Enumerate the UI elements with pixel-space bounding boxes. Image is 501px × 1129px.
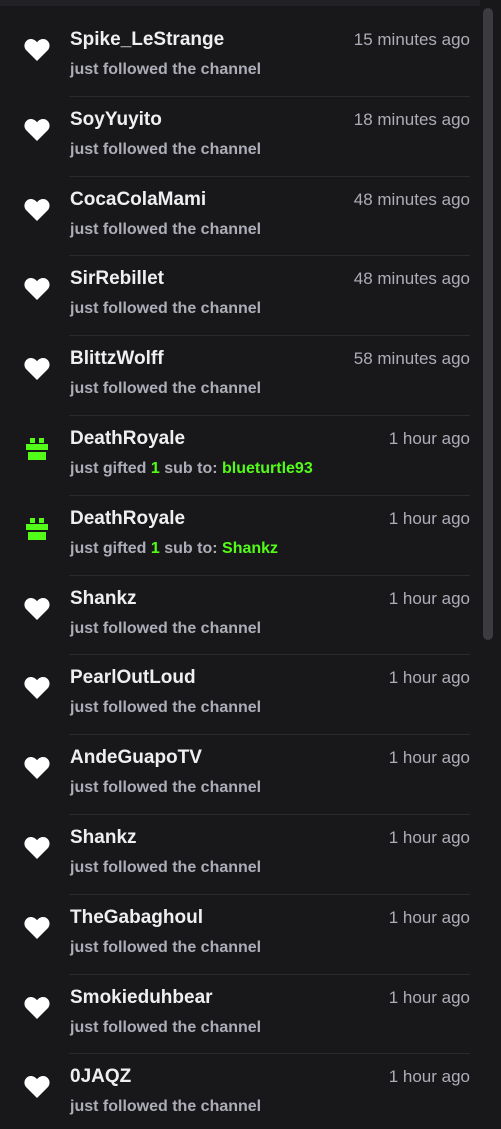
feed-timestamp: 1 hour ago bbox=[388, 668, 470, 688]
feed-username[interactable]: CocaColaMami bbox=[70, 189, 206, 211]
feed-item-follow: Shankz 1 hour ago just followed the chan… bbox=[0, 576, 480, 656]
feed-username[interactable]: DeathRoyale bbox=[70, 508, 185, 530]
top-border bbox=[0, 0, 501, 6]
feed-timestamp: 18 minutes ago bbox=[353, 109, 470, 129]
feed-username[interactable]: DeathRoyale bbox=[70, 428, 185, 450]
feed-username[interactable]: TheGabaghoul bbox=[70, 907, 203, 929]
gift-icon bbox=[23, 435, 51, 463]
gift-count: 1 bbox=[150, 459, 160, 477]
heart-icon bbox=[23, 834, 51, 862]
feed-username[interactable]: SoyYuyito bbox=[70, 109, 162, 131]
feed-item-gift: DeathRoyale 1 hour ago just gifted 1 sub… bbox=[0, 416, 480, 496]
feed-action-text: just followed the channel bbox=[70, 300, 262, 318]
feed-item-follow: Smokieduhbear 1 hour ago just followed t… bbox=[0, 975, 480, 1055]
feed-timestamp: 48 minutes ago bbox=[353, 269, 470, 289]
feed-item-follow: SoyYuyito 18 minutes ago just followed t… bbox=[0, 97, 480, 177]
feed-username[interactable]: 0JAQZ bbox=[70, 1066, 131, 1088]
feed-action-text: just followed the channel bbox=[70, 380, 262, 398]
feed-timestamp: 1 hour ago bbox=[388, 987, 470, 1007]
feed-item-follow: CocaColaMami 48 minutes ago just followe… bbox=[0, 177, 480, 257]
feed-timestamp: 58 minutes ago bbox=[353, 349, 470, 369]
feed-username[interactable]: Smokieduhbear bbox=[70, 987, 213, 1009]
feed-item-follow: Shankz 1 hour ago just followed the chan… bbox=[0, 815, 480, 895]
gift-icon bbox=[23, 515, 51, 543]
feed-username[interactable]: AndeGuapoTV bbox=[70, 747, 202, 769]
feed-action-text: just followed the channel bbox=[70, 1018, 262, 1036]
feed-item-follow: 0JAQZ 1 hour ago just followed the chann… bbox=[0, 1054, 480, 1129]
feed-username[interactable]: Shankz bbox=[70, 827, 137, 849]
gift-action-prefix: just gifted bbox=[70, 539, 147, 557]
feed-action-text: just followed the channel bbox=[70, 1098, 262, 1116]
activity-feed-panel: Spike_LeStrange 15 minutes ago just foll… bbox=[0, 0, 501, 1129]
feed-action-text: just followed the channel bbox=[70, 779, 262, 797]
heart-icon bbox=[23, 355, 51, 383]
gift-recipient[interactable]: Shankz bbox=[222, 540, 278, 557]
feed-action-text: just followed the channel bbox=[70, 140, 262, 158]
feed-item-follow: PearlOutLoud 1 hour ago just followed th… bbox=[0, 655, 480, 736]
activity-feed-list: Spike_LeStrange 15 minutes ago just foll… bbox=[0, 17, 480, 1129]
feed-username[interactable]: Spike_LeStrange bbox=[70, 29, 224, 51]
feed-action-text: just gifted 1 sub to: blueturtle93 bbox=[70, 460, 313, 478]
feed-item-follow: BlittzWolff 58 minutes ago just followed… bbox=[0, 336, 480, 416]
feed-username[interactable]: BlittzWolff bbox=[70, 348, 164, 370]
feed-timestamp: 15 minutes ago bbox=[353, 30, 470, 49]
heart-icon bbox=[23, 116, 51, 144]
gift-recipient[interactable]: blueturtle93 bbox=[222, 460, 313, 477]
feed-item-gift: DeathRoyale 1 hour ago just gifted 1 sub… bbox=[0, 496, 480, 576]
feed-timestamp: 48 minutes ago bbox=[353, 189, 470, 209]
gift-action-prefix: just gifted bbox=[70, 459, 147, 477]
feed-timestamp: 1 hour ago bbox=[388, 827, 470, 847]
feed-action-text: just followed the channel bbox=[70, 61, 262, 78]
feed-action-text: just followed the channel bbox=[70, 938, 262, 956]
heart-icon bbox=[23, 196, 51, 224]
feed-timestamp: 1 hour ago bbox=[388, 508, 470, 528]
feed-item-follow: SirRebillet 48 minutes ago just followed… bbox=[0, 256, 480, 337]
feed-timestamp: 1 hour ago bbox=[388, 1067, 470, 1087]
feed-username[interactable]: PearlOutLoud bbox=[70, 667, 196, 689]
feed-username[interactable]: SirRebillet bbox=[70, 268, 164, 290]
feed-action-text: just followed the channel bbox=[70, 699, 262, 717]
feed-timestamp: 1 hour ago bbox=[388, 748, 470, 768]
heart-icon bbox=[23, 754, 51, 782]
feed-username[interactable]: Shankz bbox=[70, 588, 137, 610]
heart-icon bbox=[23, 994, 51, 1022]
heart-icon bbox=[23, 674, 51, 702]
heart-icon bbox=[23, 595, 51, 623]
gift-action-mid: sub to: bbox=[164, 539, 218, 557]
feed-item-follow: AndeGuapoTV 1 hour ago just followed the… bbox=[0, 735, 480, 815]
heart-icon bbox=[23, 275, 51, 303]
feed-item-follow: TheGabaghoul 1 hour ago just followed th… bbox=[0, 895, 480, 975]
feed-item-follow: Spike_LeStrange 15 minutes ago just foll… bbox=[0, 17, 480, 97]
heart-icon bbox=[23, 914, 51, 942]
feed-timestamp: 1 hour ago bbox=[388, 907, 470, 927]
feed-timestamp: 1 hour ago bbox=[388, 588, 470, 608]
gift-action-mid: sub to: bbox=[164, 459, 218, 477]
feed-timestamp: 1 hour ago bbox=[388, 428, 470, 448]
feed-action-text: just followed the channel bbox=[70, 220, 262, 238]
gift-count: 1 bbox=[150, 539, 160, 557]
feed-action-text: just followed the channel bbox=[70, 619, 262, 637]
feed-action-text: just gifted 1 sub to: Shankz bbox=[70, 540, 278, 558]
heart-icon bbox=[23, 36, 51, 64]
feed-action-text: just followed the channel bbox=[70, 858, 262, 876]
heart-icon bbox=[23, 1073, 51, 1101]
scrollbar-thumb[interactable] bbox=[483, 8, 493, 640]
